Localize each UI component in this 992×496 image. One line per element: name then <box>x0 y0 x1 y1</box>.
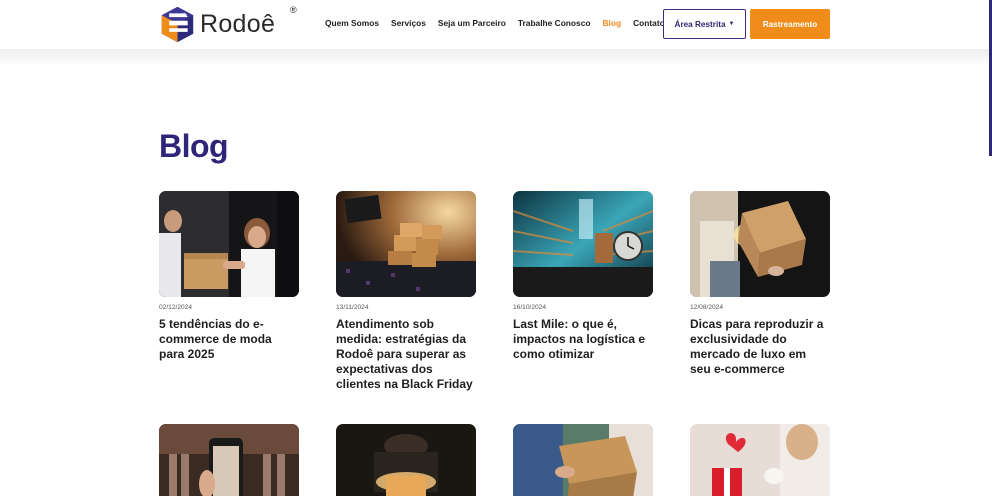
area-restrita-button[interactable]: Área Restrita ▼ <box>663 9 746 39</box>
nav-quem-somos[interactable]: Quem Somos <box>325 18 379 28</box>
nav-trabalhe-conosco[interactable]: Trabalhe Conosco <box>518 18 591 28</box>
caret-down-icon: ▼ <box>728 21 735 27</box>
post-thumbnail[interactable] <box>159 424 299 496</box>
gift-unboxing-photo <box>690 424 830 496</box>
post-date: 13/11/2024 <box>336 304 369 311</box>
warehouse-clock-photo <box>513 191 653 297</box>
blog-card[interactable] <box>336 424 476 496</box>
post-thumbnail[interactable] <box>336 424 476 496</box>
package-handoff-photo <box>513 424 653 496</box>
logo[interactable]: Rodoê ® <box>159 5 297 43</box>
post-title[interactable]: Atendimento sob medida: estratégias da R… <box>336 317 476 392</box>
post-thumbnail[interactable] <box>690 191 830 297</box>
post-date: 02/12/2024 <box>159 304 193 311</box>
post-thumbnail[interactable] <box>513 191 653 297</box>
post-thumbnail[interactable] <box>336 191 476 297</box>
header-shadow <box>0 49 992 67</box>
nav-blog[interactable]: Blog <box>602 18 621 28</box>
blog-card[interactable] <box>513 424 653 496</box>
post-title[interactable]: Last Mile: o que é, impactos na logístic… <box>513 317 653 362</box>
post-date: 16/10/2024 <box>513 304 547 311</box>
blog-card[interactable]: 02/12/2024 5 tendências do e-commerce de… <box>159 191 299 362</box>
blog-card[interactable]: 13/11/2024 Atendimento sob medida: estra… <box>336 191 476 392</box>
nav-seja-parceiro[interactable]: Seja um Parceiro <box>438 18 506 28</box>
black-friday-boxes-photo <box>336 191 476 297</box>
registered-mark: ® <box>290 5 297 15</box>
blog-card[interactable]: 12/08/2024 Dicas para reproduzir a exclu… <box>690 191 830 377</box>
rodoe-logo-icon <box>161 6 194 43</box>
post-title[interactable]: Dicas para reproduzir a exclusividade do… <box>690 317 830 377</box>
blog-card[interactable] <box>690 424 830 496</box>
post-thumbnail[interactable] <box>159 191 299 297</box>
post-thumbnail[interactable] <box>690 424 830 496</box>
nav-contato[interactable]: Contato <box>633 18 665 28</box>
nav-servicos[interactable]: Serviços <box>391 18 426 28</box>
glowing-box-photo <box>690 191 830 297</box>
site-header: Rodoê ® Quem Somos Serviços Seja um Parc… <box>0 0 992 49</box>
gift-box-glow-photo <box>336 424 476 496</box>
area-restrita-label: Área Restrita <box>674 19 726 29</box>
phone-shopping-photo <box>159 424 299 496</box>
post-thumbnail[interactable] <box>513 424 653 496</box>
blog-card[interactable]: 16/10/2024 Last Mile: o que é, impactos … <box>513 191 653 362</box>
post-title[interactable]: 5 tendências do e-commerce de moda para … <box>159 317 299 362</box>
rastreamento-button[interactable]: Rastreamento <box>750 9 830 39</box>
page-title: Blog <box>159 128 229 164</box>
main-nav: Quem Somos Serviços Seja um Parceiro Tra… <box>325 18 677 28</box>
delivery-handoff-photo <box>159 191 299 297</box>
post-date: 12/08/2024 <box>690 304 724 311</box>
blog-card[interactable] <box>159 424 299 496</box>
logo-wordmark: Rodoê <box>200 10 276 38</box>
